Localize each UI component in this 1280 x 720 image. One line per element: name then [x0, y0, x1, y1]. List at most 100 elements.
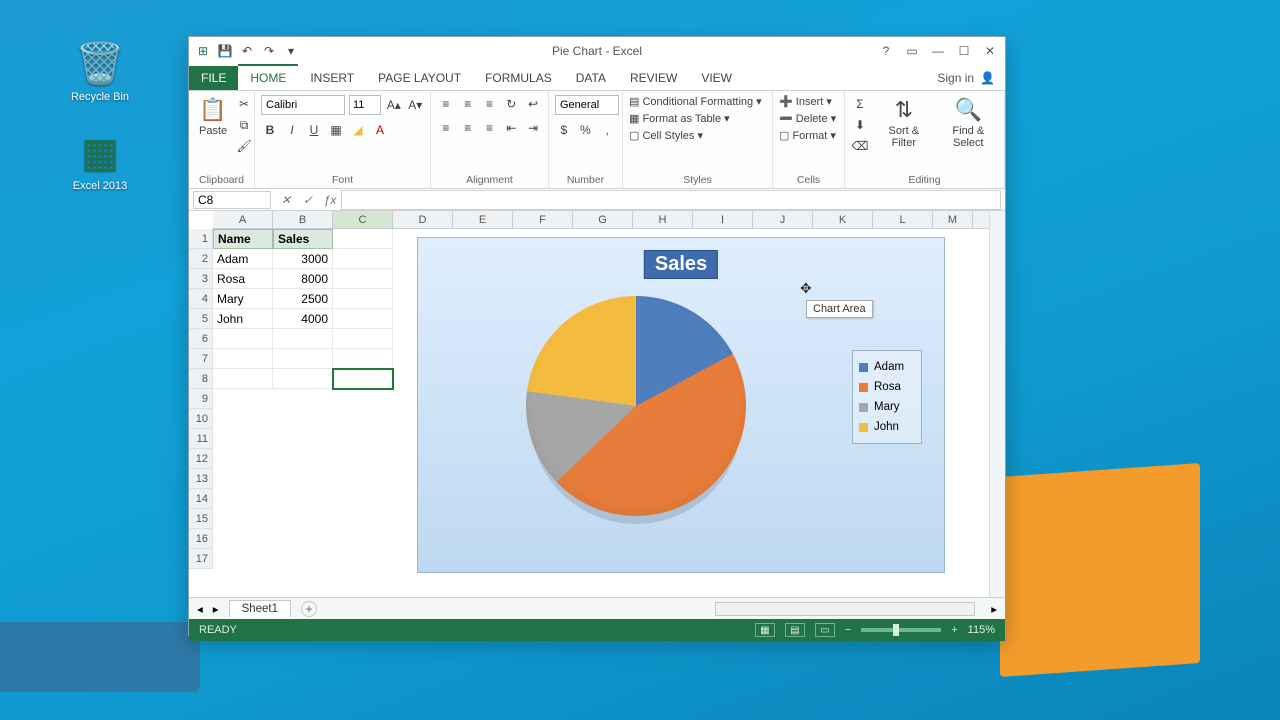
tab-formulas[interactable]: FORMULAS	[473, 66, 564, 90]
cell-B5[interactable]: 4000	[273, 309, 333, 329]
excel-shortcut[interactable]: ▦ Excel 2013	[60, 130, 140, 192]
comma-icon[interactable]: ,	[598, 121, 616, 139]
redo-icon[interactable]: ↷	[261, 43, 277, 59]
number-format-select[interactable]	[555, 95, 619, 115]
col-header[interactable]: M	[933, 211, 973, 228]
minimize-button[interactable]: —	[929, 44, 947, 58]
row-header[interactable]: 15	[189, 509, 213, 529]
tab-file[interactable]: FILE	[189, 66, 238, 90]
font-name-input[interactable]	[261, 95, 345, 115]
name-box[interactable]	[193, 191, 271, 209]
orientation-icon[interactable]: ↻	[502, 95, 520, 113]
pie-slices[interactable]	[526, 296, 746, 516]
cell-A2[interactable]: Adam	[213, 249, 273, 269]
cell[interactable]	[213, 329, 273, 349]
align-bottom-icon[interactable]: ≡	[481, 95, 499, 113]
cancel-formula-icon[interactable]: ✕	[275, 190, 297, 210]
delete-cells-button[interactable]: ➖ Delete ▾	[779, 112, 838, 125]
align-top-icon[interactable]: ≡	[437, 95, 455, 113]
format-cells-button[interactable]: ▢ Format ▾	[779, 129, 838, 142]
format-as-table-button[interactable]: ▦ Format as Table ▾	[629, 112, 766, 125]
increase-indent-icon[interactable]: ⇥	[524, 119, 542, 137]
tab-review[interactable]: REVIEW	[618, 66, 689, 90]
tab-page-layout[interactable]: PAGE LAYOUT	[366, 66, 473, 90]
zoom-slider[interactable]	[861, 628, 941, 632]
fill-icon[interactable]: ⬇	[851, 116, 869, 134]
format-painter-icon[interactable]: 🖌	[235, 137, 253, 155]
sort-filter-button[interactable]: ⇅ Sort & Filter	[877, 95, 931, 151]
cell-A3[interactable]: Rosa	[213, 269, 273, 289]
legend-item[interactable]: Adam	[859, 357, 915, 377]
cell[interactable]	[213, 369, 273, 389]
undo-icon[interactable]: ↶	[239, 43, 255, 59]
decrease-indent-icon[interactable]: ⇤	[502, 119, 520, 137]
vertical-scrollbar[interactable]	[989, 211, 1005, 597]
plot-area[interactable]	[526, 296, 756, 526]
fx-icon[interactable]: ƒx	[319, 190, 341, 210]
tab-view[interactable]: VIEW	[689, 66, 744, 90]
enter-formula-icon[interactable]: ✓	[297, 190, 319, 210]
embedded-pie-chart[interactable]: Sales Adam Rosa Mary John ✥ Chart Area	[417, 237, 945, 573]
maximize-button[interactable]: ☐	[955, 44, 973, 58]
align-center-icon[interactable]: ≡	[459, 119, 477, 137]
page-break-view-icon[interactable]: ▭	[815, 623, 835, 637]
row-header[interactable]: 17	[189, 549, 213, 569]
cell[interactable]	[333, 289, 393, 309]
cell[interactable]	[333, 249, 393, 269]
col-header[interactable]: L	[873, 211, 933, 228]
worksheet-area[interactable]: A B C D E F G H I J K L M 1 2 3 4 5 6 7 …	[189, 211, 1005, 597]
row-header[interactable]: 3	[189, 269, 213, 289]
find-select-button[interactable]: 🔍 Find & Select	[939, 95, 998, 151]
signin-link[interactable]: Sign in 👤	[927, 66, 1005, 90]
tab-insert[interactable]: INSERT	[298, 66, 366, 90]
legend-item[interactable]: John	[859, 417, 915, 437]
row-header[interactable]: 11	[189, 429, 213, 449]
cell-B3[interactable]: 8000	[273, 269, 333, 289]
clear-icon[interactable]: ⌫	[851, 137, 869, 155]
add-sheet-button[interactable]: +	[301, 601, 317, 617]
cut-icon[interactable]: ✂	[235, 95, 253, 113]
align-middle-icon[interactable]: ≡	[459, 95, 477, 113]
underline-button[interactable]: U	[305, 121, 323, 139]
row-header[interactable]: 4	[189, 289, 213, 309]
horizontal-scrollbar[interactable]	[715, 602, 975, 616]
qat-customize-icon[interactable]: ▾	[283, 43, 299, 59]
cell-B2[interactable]: 3000	[273, 249, 333, 269]
cell[interactable]	[333, 229, 393, 249]
close-button[interactable]: ✕	[981, 44, 999, 58]
cell[interactable]	[213, 349, 273, 369]
row-header[interactable]: 5	[189, 309, 213, 329]
cell-B1[interactable]: Sales	[273, 229, 333, 249]
row-header[interactable]: 12	[189, 449, 213, 469]
paste-button[interactable]: 📋 Paste	[195, 95, 231, 139]
page-layout-view-icon[interactable]: ▤	[785, 623, 805, 637]
cell[interactable]	[273, 349, 333, 369]
ribbon-collapse-icon[interactable]: ▭	[903, 44, 921, 58]
recycle-bin-shortcut[interactable]: 🗑️ Recycle Bin	[60, 40, 140, 103]
cell[interactable]	[333, 329, 393, 349]
col-header[interactable]: K	[813, 211, 873, 228]
conditional-formatting-button[interactable]: ▤ Conditional Formatting ▾	[629, 95, 766, 108]
italic-button[interactable]: I	[283, 121, 301, 139]
normal-view-icon[interactable]: ▦	[755, 623, 775, 637]
row-header[interactable]: 14	[189, 489, 213, 509]
cell-B4[interactable]: 2500	[273, 289, 333, 309]
row-header[interactable]: 13	[189, 469, 213, 489]
sheet-nav-prev-icon[interactable]: ◂	[197, 602, 203, 616]
bold-button[interactable]: B	[261, 121, 279, 139]
row-header[interactable]: 16	[189, 529, 213, 549]
cell[interactable]	[333, 309, 393, 329]
sheet-nav-next-icon[interactable]: ▸	[213, 602, 219, 616]
col-header[interactable]: I	[693, 211, 753, 228]
legend-item[interactable]: Rosa	[859, 377, 915, 397]
align-right-icon[interactable]: ≡	[481, 119, 499, 137]
col-header[interactable]: E	[453, 211, 513, 228]
autosum-icon[interactable]: Σ	[851, 95, 869, 113]
row-header[interactable]: 8	[189, 369, 213, 389]
row-header[interactable]: 2	[189, 249, 213, 269]
percent-icon[interactable]: %	[577, 121, 595, 139]
zoom-in-button[interactable]: +	[951, 624, 957, 636]
col-header[interactable]: H	[633, 211, 693, 228]
font-size-input[interactable]	[349, 95, 381, 115]
border-icon[interactable]: ▦	[327, 121, 345, 139]
